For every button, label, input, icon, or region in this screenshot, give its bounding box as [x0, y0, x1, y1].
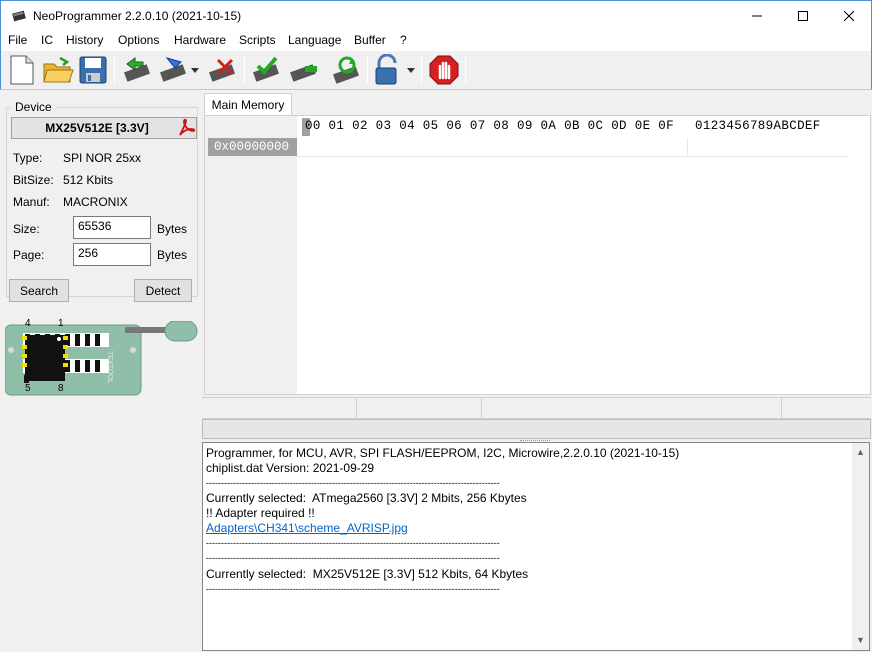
manuf-label: Manuf:: [13, 195, 50, 209]
protect-button[interactable]: [371, 53, 403, 86]
status-cell: [357, 398, 482, 419]
bitsize-value: 512 Kbits: [63, 173, 114, 187]
minimize-icon: [752, 15, 762, 17]
size-field[interactable]: 65536: [73, 216, 151, 239]
close-button[interactable]: [826, 1, 872, 31]
stop-button[interactable]: [428, 54, 460, 86]
stop-hand-icon: [429, 55, 459, 85]
pin-label-4: 4: [25, 318, 31, 329]
erase-chip-button[interactable]: [206, 54, 238, 86]
new-file-button[interactable]: [6, 54, 38, 86]
toolbar: [0, 51, 872, 90]
close-icon: [844, 11, 854, 21]
write-chip-icon: [160, 57, 186, 82]
pin-label-8: 8: [58, 383, 64, 394]
search-button[interactable]: Search: [9, 279, 69, 302]
pin-label-5: 5: [25, 383, 31, 394]
auto-program-icon: [333, 56, 359, 84]
scroll-down-icon[interactable]: ▼: [856, 635, 865, 645]
floppy-save-icon: [79, 56, 107, 84]
auto-program-button[interactable]: [330, 54, 362, 86]
hex-row-divider: [297, 156, 847, 157]
verify-chip-icon: [253, 56, 279, 82]
log-line: ----------------------------------------…: [206, 553, 500, 563]
page-label: Page:: [13, 248, 45, 262]
open-folder-icon: [43, 56, 74, 83]
new-file-icon: [10, 55, 34, 85]
verify-chip-button[interactable]: [250, 54, 282, 86]
menu-buffer[interactable]: Buffer: [354, 33, 386, 47]
maximize-icon: [798, 11, 808, 21]
menu-options[interactable]: Options: [118, 33, 159, 47]
log-line: Currently selected: ATmega2560 [3.3V] 2 …: [206, 491, 527, 505]
open-file-button[interactable]: [42, 54, 74, 86]
hex-row-address: 0x00000000: [208, 138, 297, 156]
write-chip-button[interactable]: [157, 54, 189, 86]
log-line: !! Adapter required !!: [206, 506, 315, 520]
status-bar: [202, 397, 871, 419]
page-field[interactable]: 256: [73, 243, 151, 266]
log-line: chiplist.dat Version: 2021-09-29: [206, 461, 375, 475]
status-cell: [482, 398, 782, 419]
tab-main-memory[interactable]: Main Memory: [204, 93, 292, 116]
title-bar: NeoProgrammer 2.2.0.10 (2021-10-15): [0, 0, 872, 31]
log-line: ----------------------------------------…: [206, 538, 500, 548]
log-line: Currently selected: MX25V512E [3.3V] 512…: [206, 567, 529, 581]
size-label: Size:: [13, 222, 40, 236]
menu-language[interactable]: Language: [288, 33, 341, 47]
minimize-button[interactable]: [734, 1, 780, 31]
padlock-icon: [375, 53, 397, 85]
type-label: Type:: [13, 151, 43, 165]
pdf-datasheet-icon[interactable]: [177, 118, 196, 137]
dropdown-arrow-icon: [407, 68, 415, 73]
bitsize-label: BitSize:: [13, 173, 54, 187]
menu-ic[interactable]: IC: [41, 33, 53, 47]
maximize-button[interactable]: [780, 1, 826, 31]
save-file-button[interactable]: [77, 54, 109, 86]
window-title: NeoProgrammer 2.2.0.10 (2021-10-15): [33, 9, 242, 23]
log-line: Programmer, for MCU, AVR, SPI FLASH/EEPR…: [206, 446, 680, 460]
erase-chip-icon: [209, 58, 235, 82]
detect-button[interactable]: Detect: [134, 279, 192, 302]
log-output[interactable]: Programmer, for MCU, AVR, SPI FLASH/EEPR…: [202, 442, 870, 651]
pin-label-1: 1: [58, 318, 64, 329]
menu-scripts[interactable]: Scripts: [239, 33, 276, 47]
dropdown-arrow-icon: [191, 68, 199, 73]
device-group-label: Device: [11, 100, 56, 114]
menu-history[interactable]: History: [66, 33, 103, 47]
hex-header-bytes: 00 01 02 03 04 05 06 07 08 09 0A 0B 0C 0…: [305, 119, 675, 133]
socket-brand: TEXTOOL: [106, 351, 113, 384]
size-unit: Bytes: [157, 222, 188, 236]
hex-editor[interactable]: 00 01 02 03 04 05 06 07 08 09 0A 0B 0C 0…: [204, 115, 871, 395]
menu-file[interactable]: File: [8, 33, 27, 47]
menu-bar: File IC History Options Hardware Scripts…: [0, 31, 872, 51]
scroll-up-icon[interactable]: ▲: [856, 447, 865, 457]
blank-check-icon: [290, 64, 317, 82]
tab-strip: Main Memory: [202, 91, 871, 116]
page-unit: Bytes: [157, 248, 188, 262]
hex-address-column: [205, 116, 297, 394]
chip-icon: [12, 10, 26, 22]
menu-help[interactable]: ?: [400, 33, 407, 47]
manuf-value: MACRONIX: [63, 195, 128, 209]
read-chip-button[interactable]: [121, 54, 153, 86]
zif-socket-graphic: 4 1 5 8 TEXTOOL: [4, 318, 199, 397]
protect-options-dropdown[interactable]: [404, 54, 418, 86]
log-line: ----------------------------------------…: [206, 478, 500, 488]
read-chip-icon: [124, 57, 150, 82]
progress-bar: [202, 419, 871, 439]
write-options-dropdown[interactable]: [188, 54, 202, 86]
adapter-scheme-link[interactable]: Adapters\CH341\scheme_AVRISP.jpg: [206, 521, 408, 536]
device-panel: Device MX25V512E [3.3V] Type: SPI NOR 25…: [1, 91, 201, 651]
hex-ascii-divider: [687, 138, 688, 157]
chip-name: MX25V512E [3.3V]: [11, 117, 197, 139]
type-value: SPI NOR 25xx: [63, 151, 142, 165]
log-scrollbar[interactable]: ▲ ▼: [852, 443, 869, 650]
memory-panel: Main Memory 00 01 02 03 04 05 06 07 08 0…: [202, 91, 871, 437]
log-line: ----------------------------------------…: [206, 584, 500, 594]
status-cell: [202, 398, 357, 419]
blank-check-button[interactable]: [287, 54, 319, 86]
menu-hardware[interactable]: Hardware: [174, 33, 226, 47]
hex-header-ascii: 0123456789ABCDEF: [695, 119, 821, 133]
